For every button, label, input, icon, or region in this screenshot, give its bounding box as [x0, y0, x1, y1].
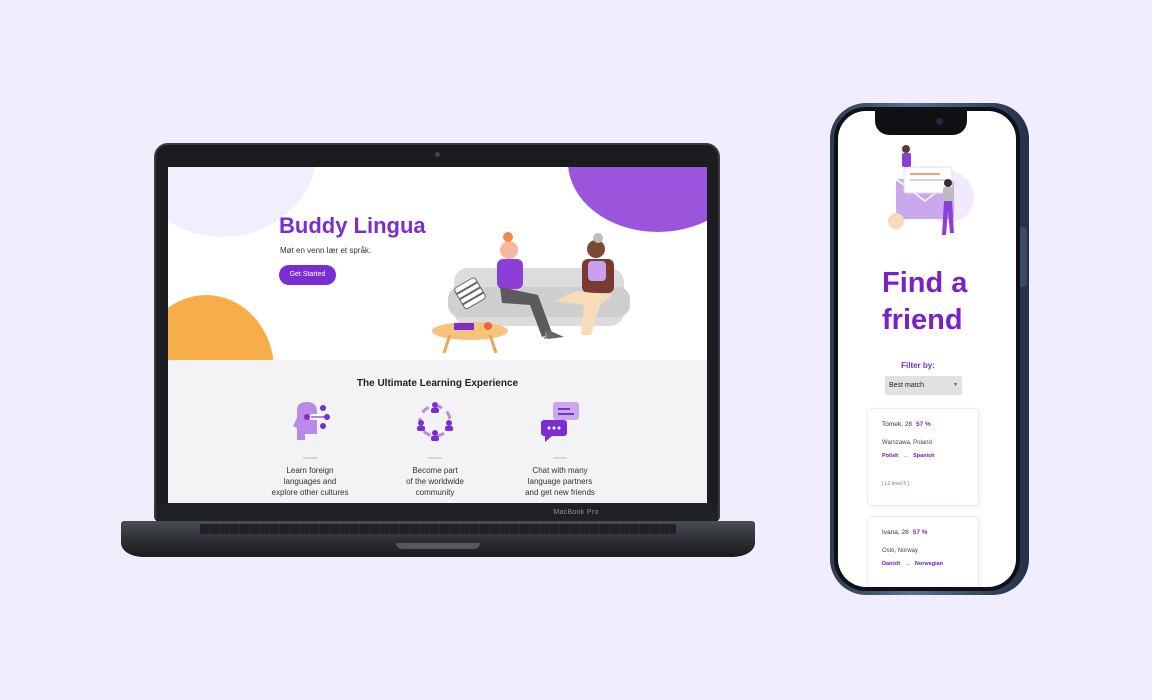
match-level: [ L2 level 5 ]: [882, 481, 909, 487]
match-location: Warszawa, Poland: [882, 440, 932, 446]
community-icon: [417, 402, 453, 441]
feature-community: Become part of the worldwide community: [380, 400, 490, 498]
phone-title-line: Find a: [882, 267, 968, 299]
chevron-down-icon: ▼: [953, 382, 958, 388]
match-languages: Polish → Spanish: [882, 453, 934, 459]
laptop-screen: Buddy Lingua Møt en venn lær et språk. G…: [168, 167, 707, 503]
hero-subtitle: Møt en venn lær et språk.: [280, 246, 372, 255]
target-language: Spanish: [913, 453, 935, 459]
match-percent: 57 %: [912, 529, 928, 536]
filter-label: Filter by:: [901, 361, 935, 370]
get-started-button[interactable]: Get Started: [279, 265, 336, 285]
decorative-blob-purple: [568, 167, 707, 232]
match-card[interactable]: Ivana, 28 57 % Oslo, Norway Danish → Norw…: [868, 517, 978, 587]
feature-chat: Chat with many language partners and get…: [505, 400, 615, 498]
friends-on-sofa-illustration: [432, 232, 630, 354]
match-card[interactable]: Tomek, 28 57 % Warszawa, Poland Polish → …: [868, 409, 978, 505]
phone-page-title: Find a friend: [882, 265, 967, 339]
native-language: Polish: [882, 453, 899, 459]
feature-learn: Learn foreign languages and explore othe…: [255, 400, 365, 498]
native-language: Danish: [882, 561, 901, 567]
feature-community-line: of the worldwide: [406, 477, 464, 486]
features-heading: The Ultimate Learning Experience: [356, 378, 519, 389]
feature-learn-line: languages and: [283, 477, 337, 486]
arrow-right-icon: →: [904, 561, 911, 567]
feature-chat-line: Chat with many: [532, 466, 588, 475]
match-percent: 57 %: [916, 421, 931, 428]
match-location: Oslo, Norway: [882, 548, 919, 554]
match-name: Tomek, 28: [882, 421, 912, 428]
feature-chat-line: language partners: [527, 477, 593, 486]
laptop-trackpad-notch: [396, 543, 480, 549]
feature-learn-line: Learn foreign: [286, 466, 334, 475]
phone-side-button: [1019, 227, 1027, 287]
filter-select[interactable]: Best match ▼: [885, 376, 962, 395]
laptop-keyboard: [200, 524, 676, 534]
phone-screen: Find a friend Filter by: Best match ▼ To…: [838, 111, 1016, 587]
phone-notch: [875, 110, 967, 135]
features-section: The Ultimate Learning Experience Learn f…: [168, 360, 707, 503]
feature-community-line: Become part: [412, 466, 458, 475]
laptop-camera: [435, 152, 440, 157]
feature-chat-line: and get new friends: [525, 488, 595, 497]
target-language: Norwegian: [914, 561, 944, 567]
head-network-icon: [293, 402, 330, 440]
filter-select-value: Best match: [889, 382, 925, 389]
match-languages: Danish → Norwegian: [882, 561, 943, 567]
phone-front-camera: [936, 118, 943, 125]
hero-title: Buddy Lingua: [279, 213, 426, 238]
chat-bubbles-icon: [541, 402, 579, 442]
feature-learn-line: explore other cultures: [271, 488, 349, 497]
phone-title-line: friend: [882, 304, 963, 336]
letter-people-illustration: [888, 145, 974, 235]
match-name: Ivana, 28: [882, 529, 909, 536]
feature-community-line: community: [415, 488, 455, 497]
arrow-right-icon: →: [903, 453, 909, 459]
